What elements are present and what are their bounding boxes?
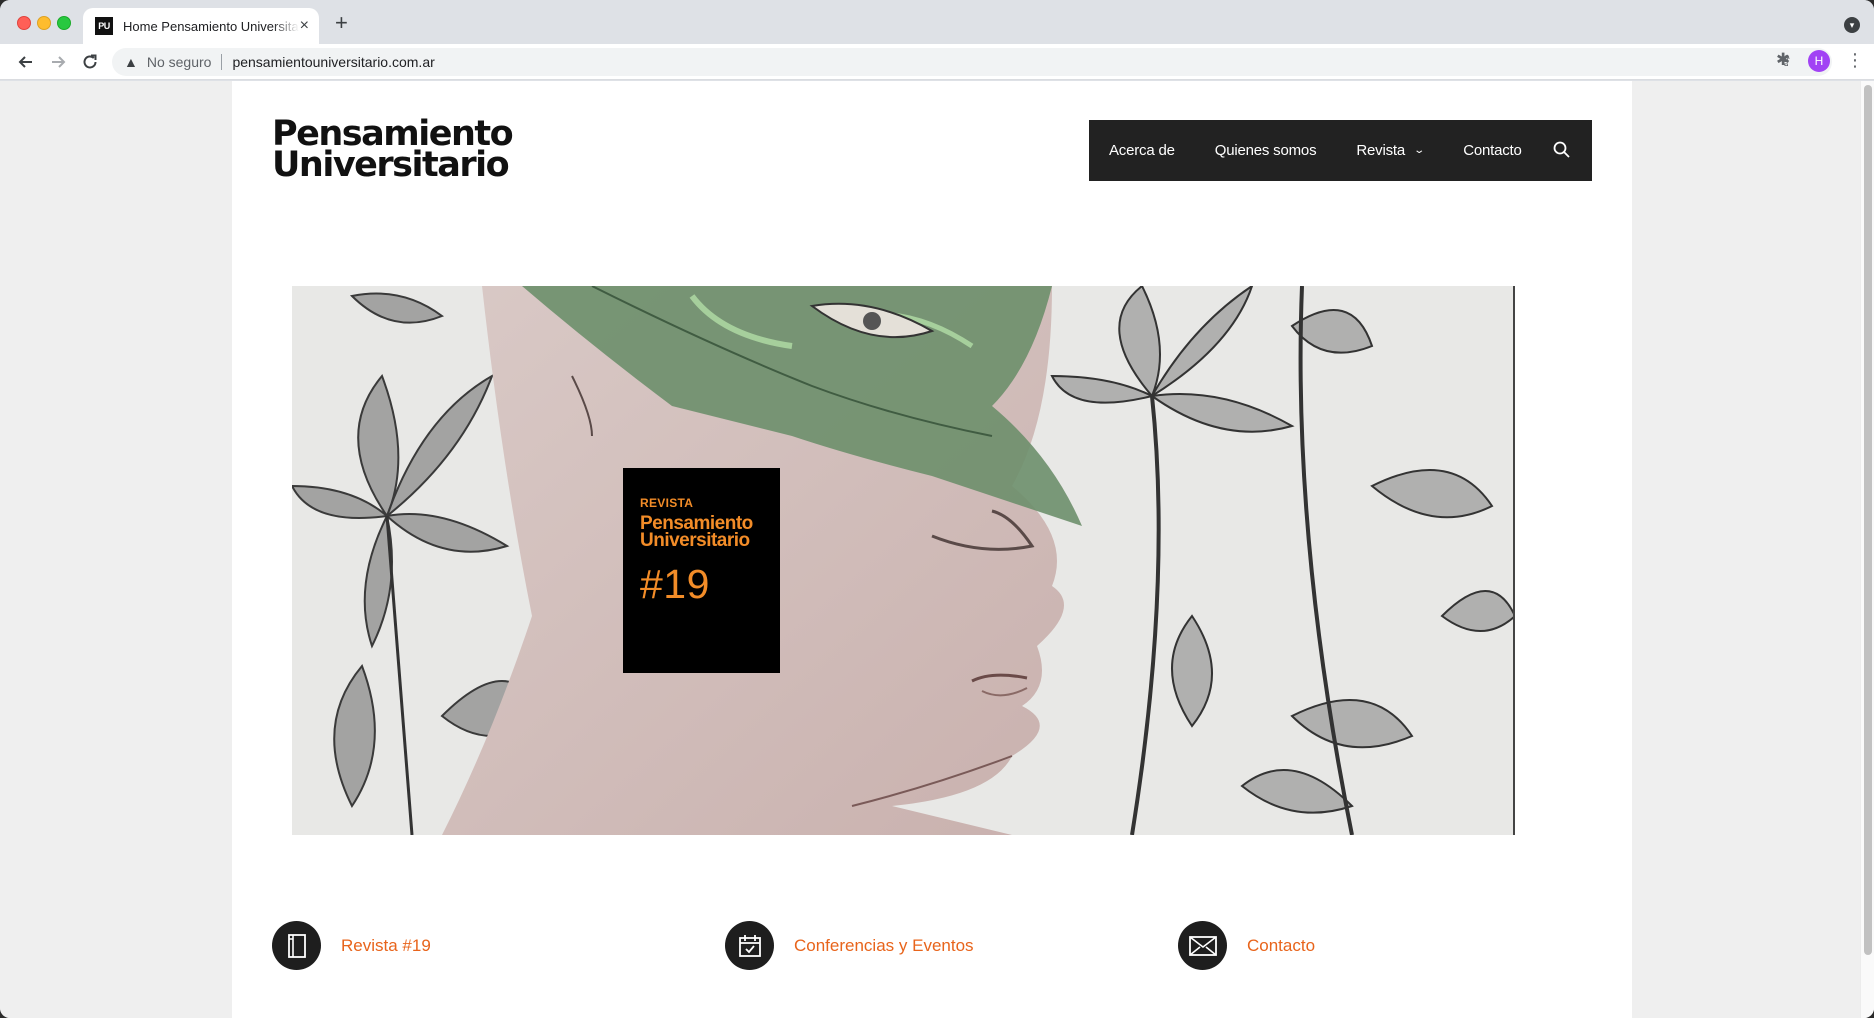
nav-label: Contacto xyxy=(1463,142,1522,159)
extensions-puzzle-icon[interactable]: ✱ xyxy=(1776,50,1790,70)
nav-label: Acerca de xyxy=(1109,142,1175,159)
feature-label: Revista #19 xyxy=(341,935,431,955)
browser-menu-icon[interactable]: ⋮ xyxy=(1846,50,1864,71)
nav-item-acerca-de[interactable]: Acerca de xyxy=(1109,142,1175,159)
page-scrollbar[interactable] xyxy=(1860,81,1874,1018)
feature-label: Contacto xyxy=(1247,935,1316,955)
hero-banner[interactable]: REVISTA Pensamiento Universitario #19 xyxy=(292,286,1515,835)
search-icon[interactable] xyxy=(1552,140,1572,160)
main-navigation: Acerca de Quienes somos Revista ⌄ Contact… xyxy=(1089,120,1592,181)
new-tab-button[interactable]: + xyxy=(335,12,348,34)
tab-title: Home Pensamiento Universitario xyxy=(123,18,299,34)
nav-item-revista[interactable]: Revista ⌄ xyxy=(1356,142,1425,159)
calendar-check-icon xyxy=(725,921,774,970)
security-label[interactable]: No seguro xyxy=(147,54,212,70)
feature-contacto-link[interactable]: Contacto xyxy=(1178,921,1315,970)
page-content: Pensamiento Universitario Acerca de Quie… xyxy=(232,81,1632,1018)
book-icon xyxy=(272,921,321,970)
feature-revista-link[interactable]: Revista #19 xyxy=(272,921,431,970)
arrow-left-icon xyxy=(18,56,32,68)
forward-button[interactable] xyxy=(44,48,72,76)
browser-tab-active[interactable]: PU Home Pensamiento Universitario × xyxy=(83,8,319,44)
maximize-window-button[interactable] xyxy=(57,16,71,30)
omnibox-divider xyxy=(221,54,223,70)
tab-search-icon[interactable]: ▾ xyxy=(1844,17,1860,33)
logo-line-2: Universitario xyxy=(272,145,510,185)
warning-triangle-icon[interactable]: ▲ xyxy=(124,54,138,70)
profile-avatar[interactable]: H xyxy=(1808,50,1830,72)
nav-label: Revista xyxy=(1356,142,1405,159)
back-button[interactable] xyxy=(12,48,40,76)
tab-close-icon[interactable]: × xyxy=(300,17,309,35)
hero-illustration xyxy=(292,286,1513,835)
badge-title: Pensamiento Universitario xyxy=(640,514,780,551)
nav-item-quienes-somos[interactable]: Quienes somos xyxy=(1215,142,1317,159)
arrow-right-icon xyxy=(52,56,66,68)
nav-label: Quienes somos xyxy=(1214,142,1317,159)
url-text[interactable]: pensamientouniversitario.com.ar xyxy=(232,54,434,70)
badge-issue-number: #19 xyxy=(640,561,710,607)
chevron-down-icon: ⌄ xyxy=(1413,145,1425,156)
site-logo[interactable]: Pensamiento Universitario xyxy=(272,117,514,185)
site-favicon-icon: PU xyxy=(95,17,113,35)
badge-title-line-2: Universitario xyxy=(640,530,750,551)
browser-window: PU Home Pensamiento Universitario × + ▾ … xyxy=(0,0,1874,1018)
badge-kicker: REVISTA xyxy=(640,496,694,510)
reload-button[interactable] xyxy=(76,48,104,76)
scrollbar-thumb[interactable] xyxy=(1864,85,1872,955)
reload-icon xyxy=(83,54,97,69)
minimize-window-button[interactable] xyxy=(37,16,51,30)
close-window-button[interactable] xyxy=(17,16,31,30)
address-bar[interactable]: ▲ No seguro pensamientouniversitario.com… xyxy=(112,48,1832,76)
feature-conferencias-link[interactable]: Conferencias y Eventos xyxy=(725,921,974,970)
feature-links: Revista #19 Conferencias y Eventos Conta… xyxy=(272,921,1592,971)
feature-label: Conferencias y Eventos xyxy=(794,935,974,955)
tab-bar: PU Home Pensamiento Universitario × + ▾ xyxy=(0,0,1874,44)
envelope-icon xyxy=(1178,921,1227,970)
nav-item-contacto[interactable]: Contacto xyxy=(1463,142,1522,159)
magazine-issue-badge[interactable]: REVISTA Pensamiento Universitario #19 xyxy=(623,468,780,673)
browser-toolbar: ▲ No seguro pensamientouniversitario.com… xyxy=(0,44,1874,80)
page-viewport: Pensamiento Universitario Acerca de Quie… xyxy=(0,81,1874,1018)
